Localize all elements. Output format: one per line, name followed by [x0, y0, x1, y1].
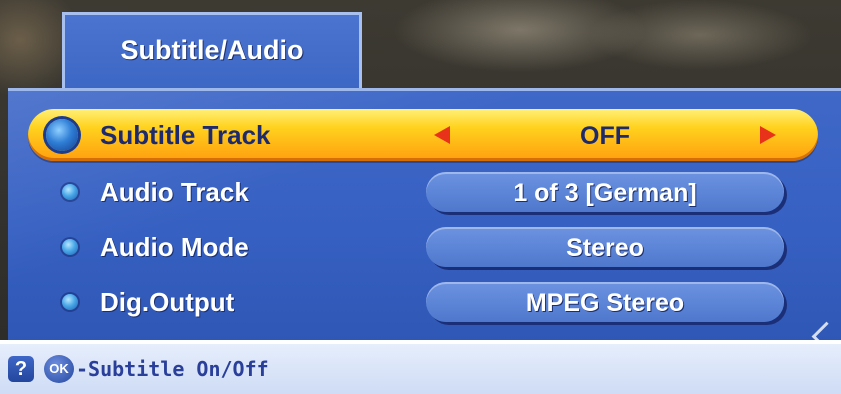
menu-row-label: Audio Mode [100, 232, 249, 262]
ok-button-icon: OK [44, 355, 74, 383]
subtitle-audio-panel: Subtitle Track OFF Audio Track 1 of 3 [G… [8, 88, 841, 343]
menu-row-label: Audio Track [100, 177, 249, 207]
help-icon[interactable]: ? [8, 356, 34, 382]
bullet-icon [62, 239, 78, 255]
help-bar: ? OK -Subtitle On/Off [0, 340, 841, 394]
menu-title-tab: Subtitle/Audio [62, 12, 362, 88]
menu-row-subtitle-track[interactable]: Subtitle Track OFF [28, 109, 818, 161]
menu-row-value: Stereo [566, 234, 644, 262]
dig-output-value[interactable]: MPEG Stereo [426, 282, 784, 322]
menu-row-dig-output[interactable]: Dig.Output MPEG Stereo [28, 276, 818, 328]
menu-title: Subtitle/Audio [120, 35, 304, 65]
menu-row-label: Dig.Output [100, 287, 235, 317]
bullet-icon [62, 184, 78, 200]
audio-track-value[interactable]: 1 of 3 [German] [426, 172, 784, 212]
menu-row-value: 1 of 3 [German] [513, 179, 697, 207]
arrow-right-icon[interactable] [760, 126, 776, 144]
menu-row-value: OFF [580, 122, 630, 150]
menu-row-label: Subtitle Track [100, 120, 271, 150]
bullet-icon [62, 294, 78, 310]
audio-mode-value[interactable]: Stereo [426, 227, 784, 267]
menu-row-audio-track[interactable]: Audio Track 1 of 3 [German] [28, 166, 818, 218]
menu-row-value: MPEG Stereo [525, 289, 685, 317]
menu-row-audio-mode[interactable]: Audio Mode Stereo [28, 221, 818, 273]
selected-bullet-icon [46, 119, 78, 151]
help-hint-text: -Subtitle On/Off [76, 357, 269, 381]
subtitle-track-selector[interactable]: OFF [426, 115, 784, 155]
